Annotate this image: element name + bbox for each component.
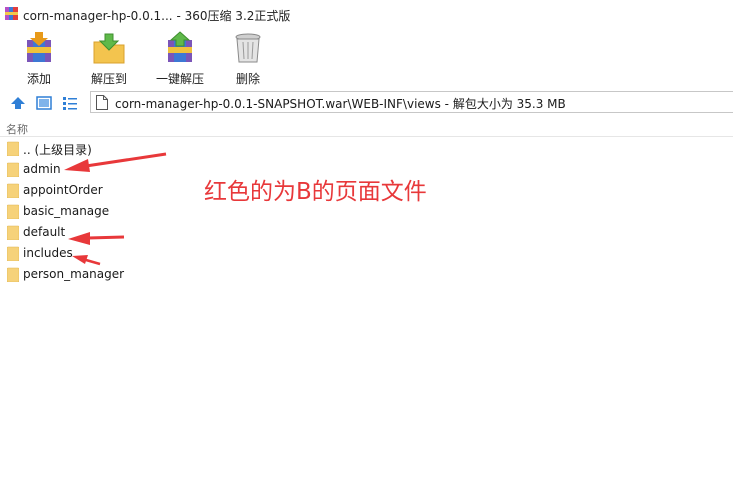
path-text: corn-manager-hp-0.0.1-SNAPSHOT.war\WEB-I… — [115, 97, 566, 111]
file-name: basic_manage — [23, 204, 110, 218]
one-click-extract-button[interactable]: 一键解压 — [150, 30, 210, 88]
extract-to-icon — [93, 33, 125, 64]
file-name: admin — [23, 162, 61, 176]
file-icon — [96, 95, 108, 110]
list-item[interactable]: person_manager — [0, 264, 300, 285]
add-button-label: 添加 — [26, 72, 51, 86]
up-arrow-icon[interactable] — [10, 95, 26, 111]
annotation-text: 红色的为B的页面文件 — [204, 179, 427, 205]
path-field[interactable]: corn-manager-hp-0.0.1-SNAPSHOT.war\WEB-I… — [90, 91, 733, 113]
name-column-header[interactable]: 名称 — [0, 118, 733, 137]
list-view-icon[interactable] — [62, 95, 78, 111]
add-archive-icon — [27, 32, 51, 62]
extract-to-button[interactable]: 解压到 — [84, 30, 134, 88]
file-name: .. (上级目录) — [23, 143, 92, 157]
one-click-extract-label: 一键解压 — [155, 72, 204, 86]
list-item[interactable]: includes — [0, 243, 300, 264]
file-name: includes — [23, 246, 73, 260]
name-column-label: 名称 — [6, 123, 28, 136]
extract-to-label: 解压到 — [90, 72, 127, 86]
folder-icon — [7, 162, 19, 177]
folder-icon — [7, 267, 19, 282]
folder-icon — [7, 141, 19, 156]
folder-icon — [7, 183, 19, 198]
list-item[interactable]: .. (上级目录) — [0, 138, 300, 159]
delete-button-label: 删除 — [235, 72, 260, 86]
folder-icon — [7, 225, 19, 240]
title-bar: corn-manager-hp-0.0.1... - 360压缩 3.2正式版 — [0, 0, 733, 28]
one-click-extract-icon — [168, 31, 192, 62]
folder-icon — [7, 246, 19, 261]
file-name: appointOrder — [23, 183, 103, 197]
file-name: default — [23, 225, 66, 239]
toolbar: 添加 解压到 一键解压 删除 — [0, 28, 733, 90]
address-bar: corn-manager-hp-0.0.1-SNAPSHOT.war\WEB-I… — [0, 90, 733, 116]
add-button[interactable]: 添加 — [16, 30, 62, 88]
thumbnail-view-icon[interactable] — [36, 95, 52, 111]
list-item[interactable]: default — [0, 222, 300, 243]
winrar-books-icon — [5, 7, 18, 20]
delete-button[interactable]: 删除 — [228, 30, 268, 88]
trash-icon — [235, 33, 261, 63]
window-title: corn-manager-hp-0.0.1... - 360压缩 3.2正式版 — [23, 9, 291, 23]
folder-icon — [7, 204, 19, 219]
file-name: person_manager — [23, 267, 125, 281]
